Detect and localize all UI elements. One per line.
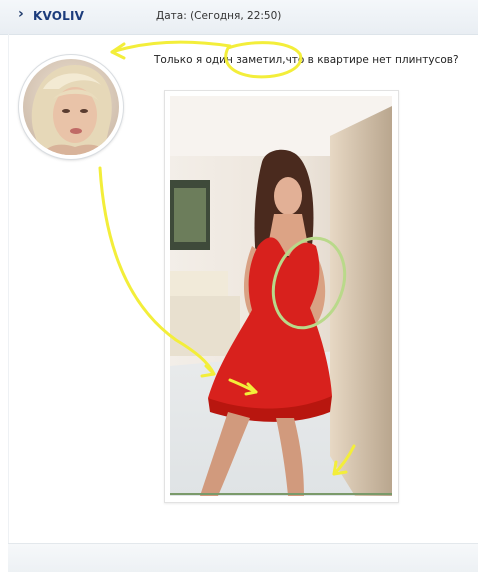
post-divider (8, 34, 9, 543)
post-footer (8, 543, 478, 572)
photo-image (170, 96, 392, 496)
avatar-image (23, 59, 119, 155)
attached-photo[interactable] (164, 90, 399, 503)
post-date: Дата: (Сегодня, 22:50) (156, 10, 282, 22)
post-message: Только я один заметил,что в квартире нет… (154, 54, 459, 66)
author-avatar[interactable] (19, 55, 123, 159)
chevron-right-icon[interactable]: › (18, 6, 24, 22)
forum-post: › KVOLIV Дата: (Сегодня, 22:50) Только я… (0, 0, 478, 572)
author-username[interactable]: KVOLIV (33, 9, 84, 23)
post-header: › KVOLIV Дата: (Сегодня, 22:50) (0, 0, 478, 35)
